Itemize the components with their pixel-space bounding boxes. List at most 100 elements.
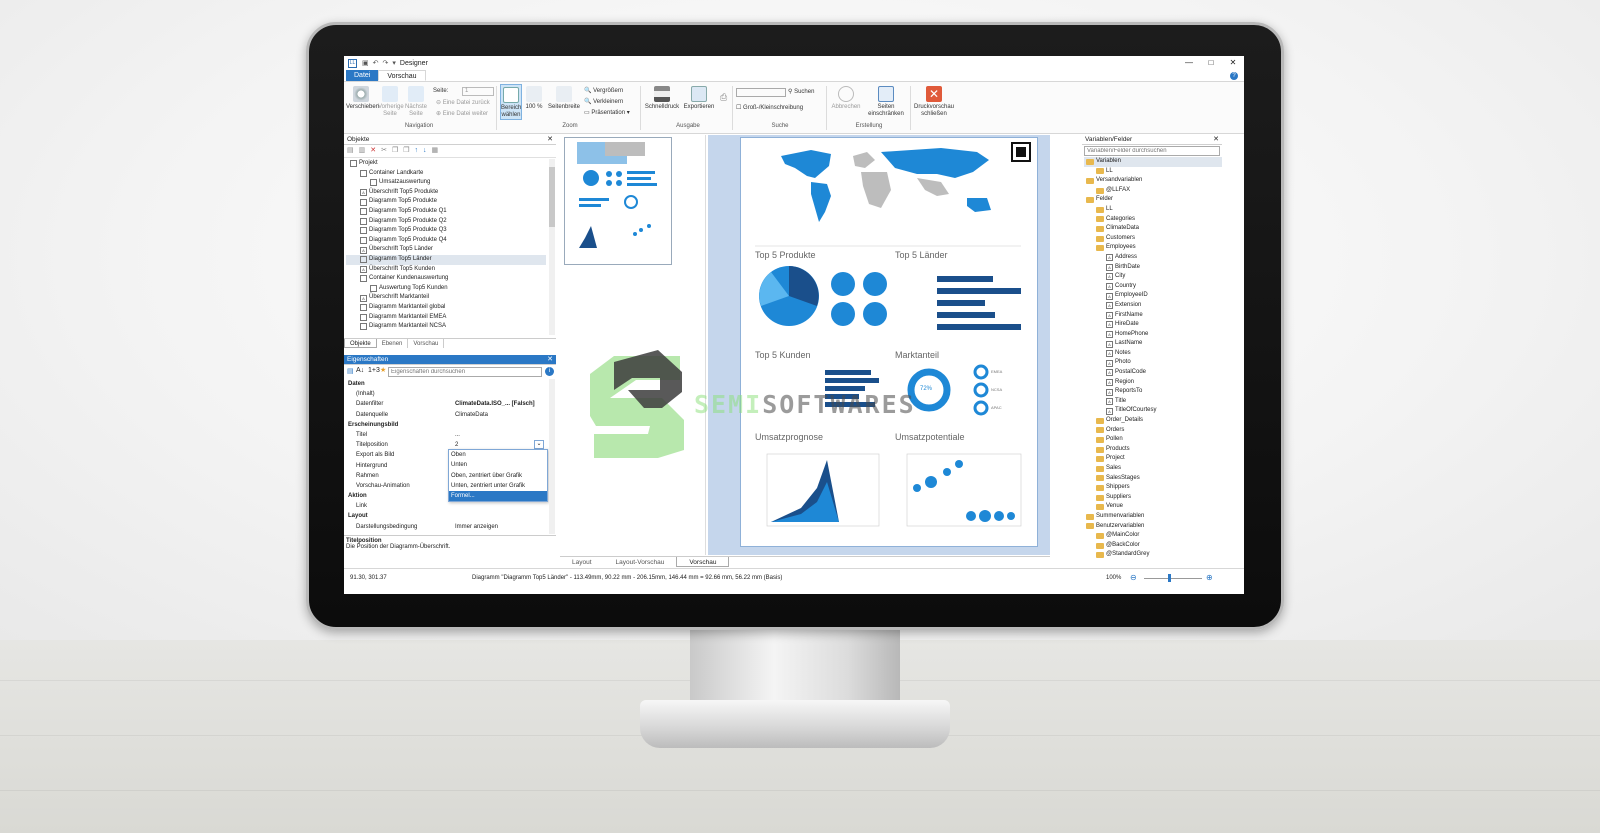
druckvorschau-schliessen-button[interactable]: ✕ Druckvorschau schließen <box>912 86 956 118</box>
page-thumbnail[interactable] <box>564 137 672 265</box>
property-row[interactable]: Titel... <box>348 430 552 440</box>
tree-item[interactable]: Diagramm Top5 Produkte Q3 <box>346 226 546 236</box>
variable-item[interactable]: A Country <box>1084 282 1222 292</box>
variables-search-input[interactable] <box>1084 146 1220 156</box>
properties-scrollbar[interactable] <box>549 379 555 534</box>
tree-item[interactable]: Umsatzauswertung <box>346 178 546 188</box>
tab-vorschau-objects[interactable]: Vorschau <box>408 339 445 348</box>
variable-item[interactable]: A City <box>1084 272 1222 282</box>
variable-item[interactable]: Shippers <box>1084 483 1222 493</box>
variable-item[interactable]: A Title <box>1084 397 1222 407</box>
property-value[interactable]: ClimateData <box>455 410 552 420</box>
print-options-icon[interactable]: ⎙ <box>720 92 727 103</box>
tree-item[interactable]: Container Landkarte <box>346 169 546 179</box>
help-icon[interactable]: ? <box>1230 72 1238 80</box>
seiten-einschraenken-button[interactable]: Seiten einschränken <box>864 86 908 118</box>
variable-item[interactable]: ClimateData <box>1084 224 1222 234</box>
categorized-icon[interactable]: ▤ <box>347 367 354 375</box>
property-row[interactable]: (Inhalt) <box>348 389 552 399</box>
variable-item[interactable]: A HireDate <box>1084 320 1222 330</box>
objects-scrollbar[interactable] <box>549 159 555 335</box>
close-icon[interactable]: ✕ <box>547 135 553 145</box>
move-down-icon[interactable]: ↓ <box>423 147 432 154</box>
tree-item[interactable]: Diagramm Marktanteil global <box>346 303 546 313</box>
exportieren-button[interactable]: Exportieren <box>682 86 716 111</box>
seitenbreite-button[interactable]: Seitenbreite <box>546 86 582 111</box>
dropdown-option[interactable]: Unten, zentriert unter Grafik <box>449 481 547 491</box>
variable-item[interactable]: A Extension <box>1084 301 1222 311</box>
variable-item[interactable]: Versandvariablen <box>1084 176 1222 186</box>
variable-item[interactable]: Suppliers <box>1084 493 1222 503</box>
datei-zurueck-button[interactable]: ⊖ Eine Datei zurück <box>436 99 490 106</box>
tab-ebenen[interactable]: Ebenen <box>377 339 409 348</box>
variable-item[interactable]: Summenvariablen <box>1084 512 1222 522</box>
tree-item[interactable]: Diagramm Marktanteil NCSA <box>346 322 546 332</box>
variable-item[interactable]: Orders <box>1084 426 1222 436</box>
titelposition-dropdown-button[interactable]: ⌄ <box>534 440 544 449</box>
variable-item[interactable]: A BirthDate <box>1084 263 1222 273</box>
tree-item[interactable]: Diagramm Top5 Produkte <box>346 197 546 207</box>
variable-item[interactable]: Products <box>1084 445 1222 455</box>
scroll-thumb[interactable] <box>549 167 555 227</box>
property-value[interactable] <box>455 511 552 521</box>
delete-icon[interactable]: ✕ <box>370 147 381 154</box>
variable-item[interactable]: A EmployeeID <box>1084 291 1222 301</box>
tree-item[interactable]: Diagramm Top5 Produkte Q4 <box>346 236 546 246</box>
praesentation-button[interactable]: ▭ Präsentation ▾ <box>584 109 630 116</box>
move-up-icon[interactable]: ↑ <box>415 147 424 154</box>
tree-item[interactable]: A Überschrift Marktanteil <box>346 293 546 303</box>
sort-az-icon[interactable]: A↓ <box>356 367 364 374</box>
variable-item[interactable]: Customers <box>1084 234 1222 244</box>
property-value[interactable] <box>455 379 552 389</box>
dropdown-option[interactable]: Oben, zentriert über Grafik <box>449 471 547 481</box>
property-row[interactable]: Link <box>348 501 552 511</box>
tree-item[interactable]: Diagramm Top5 Länder <box>346 254 546 265</box>
property-value[interactable] <box>455 389 552 399</box>
variable-item[interactable]: A HomePhone <box>1084 330 1222 340</box>
seite-input[interactable]: 1 <box>462 87 494 96</box>
schnelldruck-button[interactable]: Schnelldruck <box>644 86 680 111</box>
dropdown-option[interactable]: Oben <box>449 450 547 460</box>
datei-weiter-button[interactable]: ⊕ Eine Datei weiter <box>436 110 488 117</box>
copy-icon[interactable]: ❐❐ <box>392 147 415 154</box>
variable-item[interactable]: A Address <box>1084 253 1222 263</box>
info-icon[interactable]: i <box>545 367 554 376</box>
cut-icon[interactable]: ✂ <box>381 147 392 154</box>
variable-item[interactable]: Project <box>1084 454 1222 464</box>
variable-item[interactable]: SalesStages <box>1084 474 1222 484</box>
variable-item[interactable]: @BackColor <box>1084 541 1222 551</box>
tree-item[interactable]: Diagramm Marktanteil EMEA <box>346 313 546 323</box>
property-row[interactable]: Layout <box>348 511 552 521</box>
variable-item[interactable]: Pollen <box>1084 435 1222 445</box>
variable-item[interactable]: LL <box>1084 167 1222 177</box>
properties-search-input[interactable] <box>388 367 542 377</box>
property-row[interactable]: Datenfilter ClimateData.ISO_... [Falsch] <box>348 399 552 409</box>
property-value[interactable]: ClimateData.ISO_... [Falsch] <box>455 399 552 409</box>
favorites-icon[interactable]: ★ <box>380 366 386 374</box>
tree-item[interactable]: Diagramm Top5 Produkte Q1 <box>346 207 546 217</box>
tree-item[interactable]: A Überschrift Top5 Kunden <box>346 265 546 275</box>
tree-item[interactable]: A Überschrift Top5 Länder <box>346 245 546 255</box>
variable-item[interactable]: @StandardGrey <box>1084 550 1222 560</box>
close-icon[interactable]: ✕ <box>547 355 553 365</box>
property-row[interactable]: Daten <box>348 379 552 389</box>
tab-layout-vorschau[interactable]: Layout-Vorschau <box>604 557 677 567</box>
tab-objekte[interactable]: Objekte <box>344 339 377 348</box>
variable-item[interactable]: LL <box>1084 205 1222 215</box>
gross-klein-checkbox[interactable]: ☐ Groß-/Kleinschreibung <box>736 104 803 111</box>
variable-item[interactable]: A Notes <box>1084 349 1222 359</box>
dropdown-option[interactable]: Unten <box>449 460 547 470</box>
toolbar-icon[interactable]: ▤▥ <box>347 147 370 154</box>
sort-numeric-icon[interactable]: 1+3 <box>368 367 380 374</box>
variable-item[interactable]: Benutzervariablen <box>1084 522 1222 532</box>
variable-item[interactable]: Venue <box>1084 502 1222 512</box>
property-row[interactable]: Datenquelle ClimateData <box>348 410 552 420</box>
maximize-button[interactable]: □ <box>1200 56 1222 70</box>
variable-item[interactable]: @MainColor <box>1084 531 1222 541</box>
suchen-button[interactable]: ⚲ Suchen <box>788 88 814 95</box>
zoom-out-icon[interactable]: ⊖ <box>1130 573 1137 582</box>
variable-item[interactable]: A TitleOfCourtesy <box>1084 406 1222 416</box>
tree-item[interactable]: Diagramm Top5 Produkte Q2 <box>346 217 546 227</box>
variable-item[interactable]: Employees <box>1084 243 1222 253</box>
redo-icon[interactable]: ↷ <box>383 59 389 67</box>
